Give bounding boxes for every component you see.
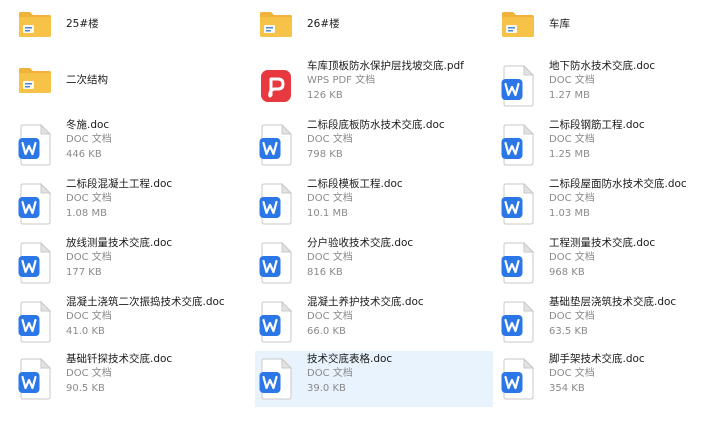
file-item[interactable]: 基础钎探技术交底.doc DOC 文档 90.5 KB (14, 351, 252, 407)
file-item[interactable]: 地下防水技术交底.doc DOC 文档 1.27 MB (497, 58, 720, 114)
file-name: 工程测量技术交底.doc (549, 237, 656, 249)
folder-icon (259, 10, 293, 38)
file-size: 66.0 KB (307, 326, 346, 337)
file-type: DOC 文档 (549, 75, 595, 86)
file-item[interactable]: 冬施.doc DOC 文档 446 KB (14, 117, 252, 173)
file-size: 39.0 KB (307, 383, 346, 394)
pdf-icon (259, 65, 293, 107)
file-type: DOC 文档 (549, 252, 595, 263)
file-name: 混凝土养护技术交底.doc (307, 296, 424, 308)
file-item[interactable]: 二标段底板防水技术交底.doc DOC 文档 798 KB (255, 117, 493, 173)
file-type: DOC 文档 (549, 193, 595, 204)
word-doc-icon (259, 300, 293, 343)
file-type: DOC 文档 (66, 193, 112, 204)
file-item[interactable]: 脚手架技术交底.doc DOC 文档 354 KB (497, 351, 720, 407)
file-type: WPS PDF 文档 (307, 75, 376, 86)
file-item[interactable]: 二标段模板工程.doc DOC 文档 10.1 MB (255, 176, 493, 232)
word-doc-icon (259, 182, 293, 225)
file-name: 二标段钢筋工程.doc (549, 119, 645, 131)
file-name: 车库 (549, 18, 570, 30)
file-name: 25#楼 (66, 18, 99, 30)
file-type: DOC 文档 (549, 134, 595, 145)
file-size: 1.03 MB (549, 208, 590, 219)
file-size: 10.1 MB (307, 208, 348, 219)
file-name: 26#楼 (307, 18, 340, 30)
file-item[interactable]: 二标段混凝土工程.doc DOC 文档 1.08 MB (14, 176, 252, 232)
file-name: 二标段模板工程.doc (307, 178, 403, 190)
file-size: 446 KB (66, 149, 102, 160)
file-size: 1.25 MB (549, 149, 590, 160)
file-name: 地下防水技术交底.doc (549, 60, 656, 72)
file-name: 放线测量技术交底.doc (66, 237, 173, 249)
file-name: 二标段屋面防水技术交底.doc (549, 178, 687, 190)
word-doc-icon (18, 182, 52, 225)
file-size: 126 KB (307, 90, 343, 101)
file-name: 技术交底表格.doc (307, 353, 393, 365)
file-name: 分户验收技术交底.doc (307, 237, 414, 249)
file-type: DOC 文档 (307, 193, 353, 204)
file-item[interactable]: 放线测量技术交底.doc DOC 文档 177 KB (14, 235, 252, 291)
word-doc-icon (259, 357, 293, 400)
folder-item[interactable]: 车库 (497, 2, 720, 58)
file-size: 354 KB (549, 383, 585, 394)
file-type: DOC 文档 (66, 134, 112, 145)
file-item[interactable]: 基础垫层浇筑技术交底.doc DOC 文档 63.5 KB (497, 294, 720, 350)
folder-icon (18, 66, 52, 94)
file-size: 90.5 KB (66, 383, 105, 394)
word-doc-icon (18, 123, 52, 166)
file-name: 基础钎探技术交底.doc (66, 353, 173, 365)
word-doc-icon (501, 64, 535, 107)
file-name: 基础垫层浇筑技术交底.doc (549, 296, 677, 308)
file-item[interactable]: 分户验收技术交底.doc DOC 文档 816 KB (255, 235, 493, 291)
file-type: DOC 文档 (307, 134, 353, 145)
file-type: DOC 文档 (66, 368, 112, 379)
word-doc-icon (259, 123, 293, 166)
word-doc-icon (18, 300, 52, 343)
file-size: 41.0 KB (66, 326, 105, 337)
word-doc-icon (501, 123, 535, 166)
word-doc-icon (18, 357, 52, 400)
file-type: DOC 文档 (66, 311, 112, 322)
file-type: DOC 文档 (549, 311, 595, 322)
folder-item[interactable]: 二次结构 (14, 58, 252, 114)
word-doc-icon (259, 241, 293, 284)
file-name: 二标段混凝土工程.doc (66, 178, 173, 190)
folder-icon (18, 10, 52, 38)
file-name: 脚手架技术交底.doc (549, 353, 645, 365)
file-item[interactable]: 车库顶板防水保护层找坡交底.pdf WPS PDF 文档 126 KB (255, 58, 493, 114)
file-name: 二标段底板防水技术交底.doc (307, 119, 445, 131)
file-type: DOC 文档 (307, 311, 353, 322)
word-doc-icon (501, 300, 535, 343)
file-type: DOC 文档 (307, 368, 353, 379)
folder-item[interactable]: 25#楼 (14, 2, 252, 58)
file-item[interactable]: 混凝土养护技术交底.doc DOC 文档 66.0 KB (255, 294, 493, 350)
file-type: DOC 文档 (549, 368, 595, 379)
file-item[interactable]: 二标段钢筋工程.doc DOC 文档 1.25 MB (497, 117, 720, 173)
file-size: 1.27 MB (549, 90, 590, 101)
file-size: 1.08 MB (66, 208, 107, 219)
folder-item[interactable]: 26#楼 (255, 2, 493, 58)
file-name: 混凝土浇筑二次振捣技术交底.doc (66, 296, 225, 308)
file-name: 车库顶板防水保护层找坡交底.pdf (307, 60, 464, 72)
file-size: 177 KB (66, 267, 102, 278)
word-doc-icon (501, 182, 535, 225)
file-item[interactable]: 技术交底表格.doc DOC 文档 39.0 KB (255, 351, 493, 407)
word-doc-icon (501, 357, 535, 400)
file-type: DOC 文档 (66, 252, 112, 263)
folder-icon (501, 10, 535, 38)
file-grid: 25#楼 26#楼 车库二次结构 车库顶板防水保护层找坡交底.pdf WPS PDF 文… (0, 0, 720, 435)
word-doc-icon (18, 241, 52, 284)
file-size: 798 KB (307, 149, 343, 160)
word-doc-icon (501, 241, 535, 284)
file-size: 63.5 KB (549, 326, 588, 337)
file-name: 二次结构 (66, 74, 108, 86)
file-item[interactable]: 二标段屋面防水技术交底.doc DOC 文档 1.03 MB (497, 176, 720, 232)
file-name: 冬施.doc (66, 119, 110, 131)
file-item[interactable]: 混凝土浇筑二次振捣技术交底.doc DOC 文档 41.0 KB (14, 294, 252, 350)
file-size: 816 KB (307, 267, 343, 278)
file-type: DOC 文档 (307, 252, 353, 263)
file-size: 968 KB (549, 267, 585, 278)
file-item[interactable]: 工程测量技术交底.doc DOC 文档 968 KB (497, 235, 720, 291)
